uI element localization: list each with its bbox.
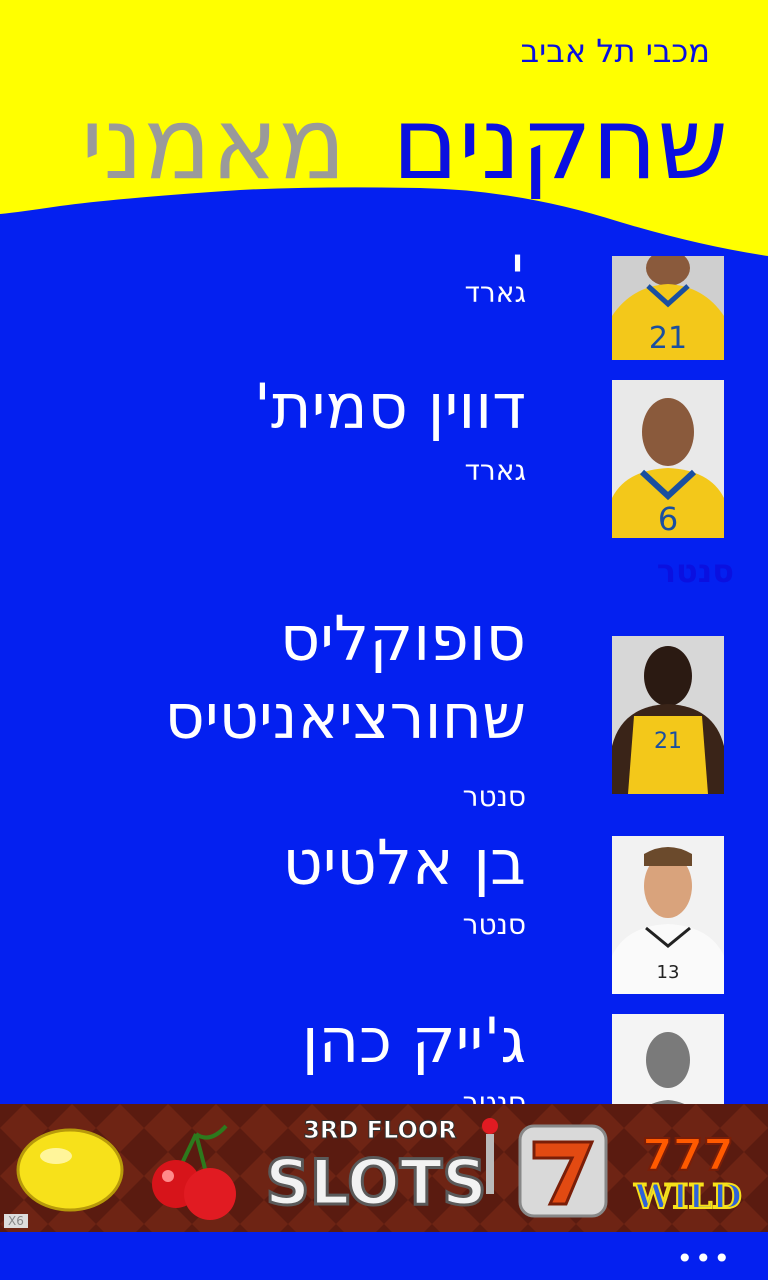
jersey-number: 6 [658,500,678,538]
svg-text:777: 777 [642,1130,734,1181]
wild-icon: 777 WILD [632,1129,742,1218]
lemon-icon [16,1128,124,1212]
svg-text:SLOTS: SLOTS [265,1146,487,1219]
player-name: דווין סמית' [253,370,526,443]
list-item[interactable]: 6 דווין סמית' גארד [44,370,724,540]
app-title: מכבי תל אביב [520,32,710,70]
header: מכבי תל אביב שחקנים מאמני [0,0,768,260]
player-photo: 21 [612,256,724,360]
more-options-button[interactable]: ••• [676,1242,732,1275]
list-item[interactable]: 13 בן אלטיט סנטר [44,826,724,994]
pivot-header: שחקנים מאמני [81,84,728,204]
player-position: גארד [464,454,526,487]
jersey-number: 13 [657,962,680,983]
player-photo: 6 [612,380,724,538]
player-photo: 21 [612,636,724,794]
pivot-tab-coaches[interactable]: מאמני [81,85,346,202]
list-item[interactable]: ג'ייק כהן סנטר [44,1004,724,1104]
list-item[interactable]: 21 סופוקליס שחורציאניטיס סנטר [44,600,724,813]
ad-banner[interactable]: 777 WILD 3RD FLOOR SLOTS X6 [0,1104,768,1232]
ad-graphic: 777 WILD 3RD FLOOR SLOTS [0,1104,768,1232]
player-position: סנטר [462,1086,526,1104]
ad-close-badge[interactable]: X6 [4,1214,28,1228]
jersey-number: 21 [649,321,687,356]
player-position: גארד [464,276,526,309]
player-photo [612,1014,724,1104]
app-bar: ••• [0,1232,768,1280]
group-header-center[interactable]: סנטר [657,552,734,590]
seven-icon [518,1124,608,1218]
svg-text:WILD: WILD [633,1177,741,1217]
svg-text:3RD FLOOR: 3RD FLOOR [303,1116,457,1144]
player-photo: 13 [612,836,724,994]
player-position: סנטר [462,780,526,813]
player-name: ג'ייק כהן [301,1004,526,1077]
jersey-number: 21 [654,729,682,754]
player-name: סופוקליס שחורציאניטיס [164,602,526,753]
pivot-tab-players[interactable]: שחקנים [392,85,728,202]
player-name: בן אלטיט [282,826,526,899]
player-position: סנטר [462,908,526,941]
